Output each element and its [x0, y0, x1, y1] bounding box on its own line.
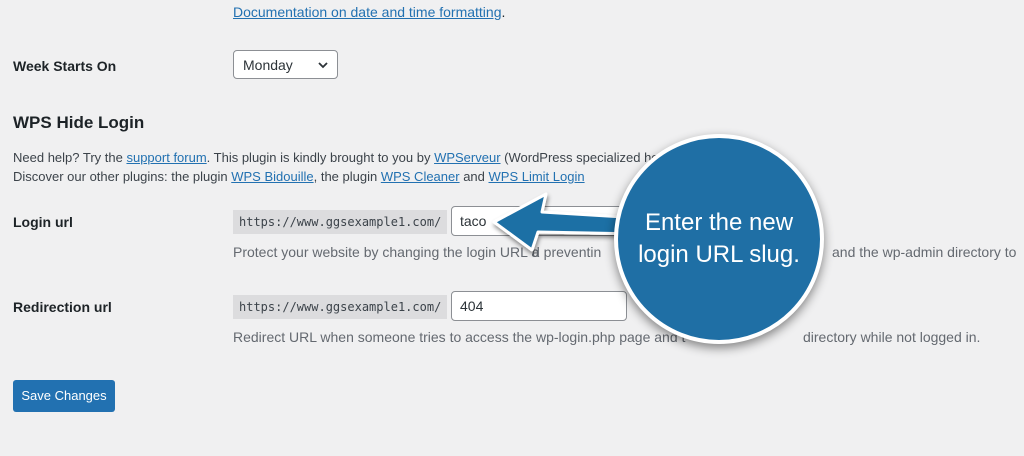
login-url-description-right: and the wp-admin directory to: [832, 244, 1017, 260]
callout-line-1: Enter the new: [644, 209, 794, 236]
help-line-2: Discover our other plugins: the plugin W…: [13, 169, 585, 184]
support-forum-link[interactable]: support forum: [126, 150, 206, 165]
help-line-1-prefix: Need help? Try the: [13, 150, 127, 165]
redirect-url-description-right: directory while not logged in.: [803, 329, 981, 345]
week-start-select[interactable]: Monday: [233, 50, 338, 79]
help-line-1-mid: . This plugin is kindly brought to you b…: [206, 150, 435, 165]
login-url-prefix: https://www.ggsexample1.com/: [233, 210, 448, 234]
help-line-2-sep2: and: [459, 169, 489, 184]
chevron-down-icon: [318, 62, 328, 69]
help-line-2-prefix: Discover our other plugins: the plugin: [13, 169, 232, 184]
week-start-value: Monday: [243, 57, 293, 73]
wps-cleaner-link[interactable]: WPS Cleaner: [381, 169, 460, 184]
redirect-url-prefix: https://www.ggsexample1.com/: [233, 295, 448, 319]
date-format-help: Documentation on date and time formattin…: [233, 4, 505, 20]
wps-limit-login-link[interactable]: WPS Limit Login: [489, 169, 585, 184]
help-line-2-sep1: , the plugin: [313, 169, 381, 184]
callout-bubble: Enter the new login URL slug.: [614, 134, 824, 344]
redirect-url-label: Redirection url: [13, 299, 112, 315]
date-format-doc-link[interactable]: Documentation on date and time formattin…: [233, 4, 502, 20]
login-url-label: Login url: [13, 214, 73, 230]
help-line-1: Need help? Try the support forum. This p…: [13, 150, 659, 165]
help-line-1-suffix: (WordPress specialized ho: [500, 150, 659, 165]
redirect-url-input[interactable]: 404: [451, 291, 627, 321]
callout-line-2: login URL slug.: [638, 241, 800, 268]
redirect-url-value: 404: [460, 298, 484, 314]
redirect-url-description-left: Redirect URL when someone tries to acces…: [233, 329, 686, 345]
week-start-label: Week Starts On: [13, 58, 117, 74]
section-title: WPS Hide Login: [13, 113, 145, 132]
save-changes-button[interactable]: Save Changes: [13, 380, 115, 412]
wpserveur-link[interactable]: WPServeur: [434, 150, 500, 165]
date-format-trailing: .: [501, 4, 506, 20]
wps-bidouille-link[interactable]: WPS Bidouille: [231, 169, 313, 184]
